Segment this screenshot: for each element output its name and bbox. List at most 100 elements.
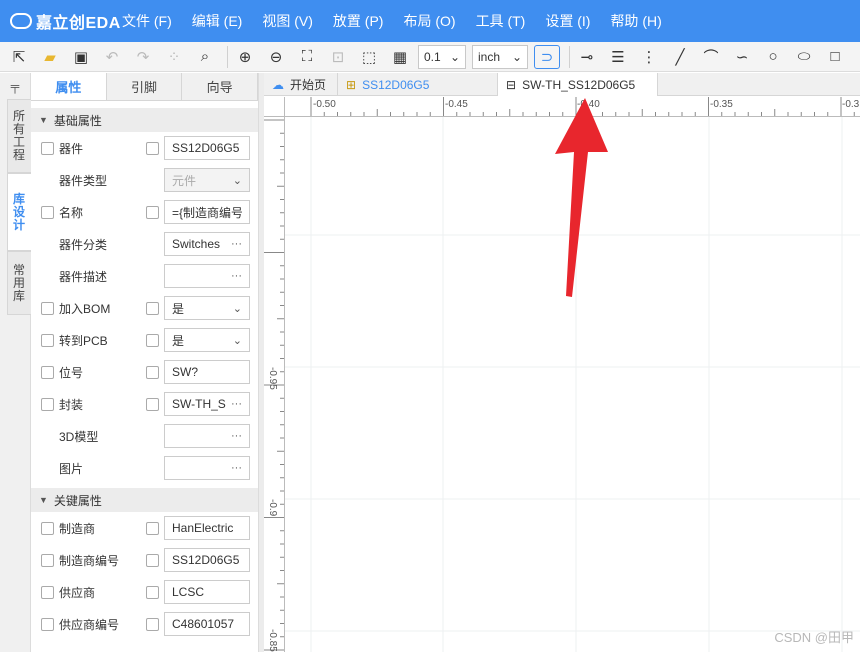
ruler-top-label: -0.45 (445, 99, 468, 110)
tab-wizard[interactable]: 向导 (182, 73, 259, 100)
property-checkbox[interactable] (41, 397, 54, 411)
tab-all-projects[interactable]: 所有工程 (7, 99, 31, 173)
more-icon[interactable]: ··· (231, 430, 242, 442)
property-value-field[interactable]: ··· (164, 456, 250, 480)
app-logo[interactable]: 嘉立创EDA (0, 9, 122, 33)
value-checkbox[interactable] (146, 205, 159, 219)
value-checkbox[interactable] (146, 521, 159, 535)
property-row: 位号 SW? (31, 356, 258, 388)
cloud-logo-icon (10, 13, 32, 29)
property-value-field[interactable]: ={制造商编号 (164, 200, 250, 224)
chevron-down-icon: ⌄ (511, 49, 522, 64)
unit-select[interactable]: inch ⌄ (472, 44, 528, 69)
property-value-field[interactable]: SW-TH_S ··· (164, 392, 250, 416)
menu-settings[interactable]: 设置 (I) (545, 11, 590, 31)
zoom-in-icon[interactable]: ⊕ (232, 45, 258, 69)
tab-pins[interactable]: 引脚 (107, 73, 183, 100)
pin-dual-icon[interactable]: ⋮ (636, 45, 662, 69)
save-icon[interactable]: ▣ (68, 45, 94, 69)
value-checkbox[interactable] (146, 365, 159, 379)
find-icon[interactable]: ⌕ (192, 45, 218, 69)
property-value: 元件 (172, 173, 197, 188)
chevron-down-icon[interactable]: ⌄ (233, 302, 242, 315)
property-checkbox[interactable] (41, 521, 54, 535)
property-value-field[interactable]: SW? (164, 360, 250, 384)
property-value-field[interactable]: LCSC (164, 580, 250, 604)
pin-icon[interactable]: ╤ (0, 73, 30, 99)
zoom-selection-icon[interactable]: ⊡ (325, 45, 351, 69)
menu-view[interactable]: 视图 (V) (262, 11, 313, 31)
group-icon[interactable]: ⁘ (161, 45, 187, 69)
value-checkbox[interactable] (146, 333, 159, 347)
property-checkbox[interactable] (41, 205, 54, 219)
property-label: 器件 (59, 141, 84, 156)
chevron-down-icon[interactable]: ⌄ (233, 174, 242, 187)
section-key-properties[interactable]: ▼ 关键属性 (31, 488, 258, 512)
property-checkbox[interactable] (41, 333, 54, 347)
ellipse-icon[interactable]: ⬭ (791, 45, 817, 69)
property-value-field[interactable]: HanElectric (164, 516, 250, 540)
property-value-field[interactable]: C48601057 (164, 612, 250, 636)
menu-layout[interactable]: 布局 (O) (403, 11, 455, 31)
property-value-field[interactable]: 是 ⌄ (164, 296, 250, 320)
value-checkbox[interactable] (146, 301, 159, 315)
fit-view-icon[interactable]: ⛶ (294, 45, 320, 69)
snap-icon[interactable]: ⊃ (534, 44, 560, 69)
value-checkbox[interactable] (146, 617, 159, 631)
grid-size-select[interactable]: 0.1 ⌄ (418, 44, 466, 69)
more-icon[interactable]: ··· (231, 270, 242, 282)
arc-icon[interactable]: ⌒ (698, 45, 724, 69)
property-value-field[interactable]: SS12D06G5 (164, 548, 250, 572)
editor-canvas[interactable] (285, 117, 860, 652)
select-tool-icon[interactable]: ⇱ (6, 45, 32, 69)
property-checkbox[interactable] (41, 365, 54, 379)
property-value-field[interactable]: Switches ··· (164, 232, 250, 256)
tab-common-library[interactable]: 常用库 (7, 251, 31, 315)
pin-tool-icon[interactable]: ⊸ (574, 45, 600, 69)
menu-place[interactable]: 放置 (P) (333, 11, 384, 31)
menu-tools[interactable]: 工具 (T) (476, 11, 526, 31)
property-checkbox[interactable] (41, 141, 54, 155)
open-folder-icon[interactable]: ▰ (37, 45, 63, 69)
more-icon[interactable]: ··· (231, 398, 242, 410)
property-value-field[interactable]: ··· (164, 424, 250, 448)
property-value: SW-TH_S (172, 397, 226, 411)
line-icon[interactable]: ╱ (667, 45, 693, 69)
grid-icon[interactable]: ▦ (387, 45, 413, 69)
value-checkbox[interactable] (146, 585, 159, 599)
tab-footprint[interactable]: ⊟ SW-TH_SS12D06G5 (498, 73, 658, 96)
menu-help[interactable]: 帮助 (H) (610, 11, 661, 31)
document-tabs: ☁ 开始页 ⊞ SS12D06G5 ⊟ SW-TH_SS12D06G5 (264, 73, 860, 96)
tab-properties[interactable]: 属性 (31, 73, 107, 100)
pin-array-icon[interactable]: ☰ (605, 45, 631, 69)
zoom-out-icon[interactable]: ⊖ (263, 45, 289, 69)
menu-edit[interactable]: 编辑 (E) (192, 11, 243, 31)
value-checkbox[interactable] (146, 141, 159, 155)
rectangle-icon[interactable]: □ (822, 45, 848, 69)
property-checkbox[interactable] (41, 585, 54, 599)
property-checkbox[interactable] (41, 553, 54, 567)
property-value-field[interactable]: 元件 ⌄ (164, 168, 250, 192)
value-checkbox[interactable] (146, 553, 159, 567)
undo-icon[interactable]: ↶ (99, 45, 125, 69)
chevron-down-icon[interactable]: ⌄ (233, 334, 242, 347)
property-value-field[interactable]: 是 ⌄ (164, 328, 250, 352)
tab-symbol[interactable]: ⊞ SS12D06G5 (338, 73, 498, 96)
more-icon[interactable]: ··· (231, 238, 242, 250)
property-checkbox[interactable] (41, 301, 54, 315)
property-value-field[interactable]: ··· (164, 264, 250, 288)
menu-file[interactable]: 文件 (F) (122, 11, 172, 31)
redo-icon[interactable]: ↷ (130, 45, 156, 69)
section-basic-properties[interactable]: ▼ 基础属性 (31, 108, 258, 132)
property-checkbox[interactable] (41, 617, 54, 631)
bezier-icon[interactable]: ∽ (729, 45, 755, 69)
value-checkbox[interactable] (146, 397, 159, 411)
more-icon[interactable]: ··· (231, 462, 242, 474)
property-label: 器件描述 (59, 269, 108, 284)
zoom-area-icon[interactable]: ⬚ (356, 45, 382, 69)
tab-start-page[interactable]: ☁ 开始页 (264, 73, 338, 96)
property-value-field[interactable]: SS12D06G5 (164, 136, 250, 160)
tab-library-design[interactable]: 库设计 (7, 173, 31, 251)
property-row: 器件类型 元件 ⌄ (31, 164, 258, 196)
circle-icon[interactable]: ○ (760, 45, 786, 69)
